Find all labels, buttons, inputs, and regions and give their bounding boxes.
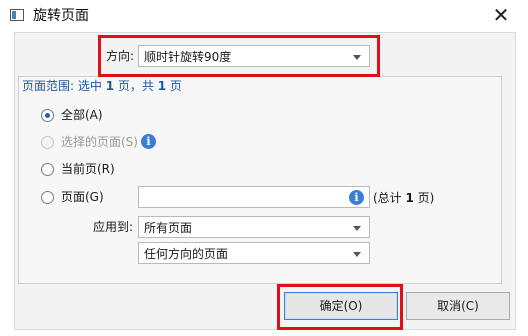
radio-current-page[interactable] bbox=[41, 163, 54, 176]
radio-selected-pages[interactable] bbox=[41, 136, 54, 149]
apply-to-label: 应用到: bbox=[93, 220, 134, 234]
page-range-legend: 页面范围: 选中 1 页，共 1 页 bbox=[22, 79, 182, 93]
window-title: 旋转页面 bbox=[33, 8, 89, 24]
apply-to-pages-select[interactable]: 所有页面 bbox=[138, 216, 370, 238]
chevron-down-icon bbox=[353, 226, 361, 231]
info-icon[interactable]: i bbox=[141, 134, 156, 149]
ok-button-highlight bbox=[277, 284, 403, 330]
radio-pages[interactable] bbox=[41, 191, 54, 204]
info-icon[interactable]: i bbox=[349, 190, 364, 205]
cancel-button[interactable]: 取消(C) bbox=[406, 292, 510, 320]
radio-selected-pages-label[interactable]: 选择的页面(S) bbox=[61, 134, 138, 150]
radio-current-page-label[interactable]: 当前页(R) bbox=[61, 161, 115, 177]
direction-highlight bbox=[98, 35, 380, 77]
pages-input[interactable] bbox=[138, 186, 370, 208]
radio-pages-label[interactable]: 页面(G) bbox=[61, 189, 104, 205]
chevron-down-icon bbox=[353, 252, 361, 257]
radio-all-label[interactable]: 全部(A) bbox=[61, 107, 103, 123]
total-pages-note: (总计 1 页) bbox=[373, 191, 435, 205]
selected-count: 1 bbox=[105, 79, 115, 93]
app-icon bbox=[10, 9, 24, 21]
total-count: 1 bbox=[157, 79, 167, 93]
apply-to-orientation-select[interactable]: 任何方向的页面 bbox=[138, 242, 370, 264]
apply-to-orientation-value: 任何方向的页面 bbox=[144, 247, 229, 261]
radio-all[interactable] bbox=[41, 109, 54, 122]
apply-to-pages-value: 所有页面 bbox=[144, 221, 193, 235]
close-icon: ✕ bbox=[492, 3, 510, 27]
close-button[interactable]: ✕ bbox=[486, 2, 516, 30]
